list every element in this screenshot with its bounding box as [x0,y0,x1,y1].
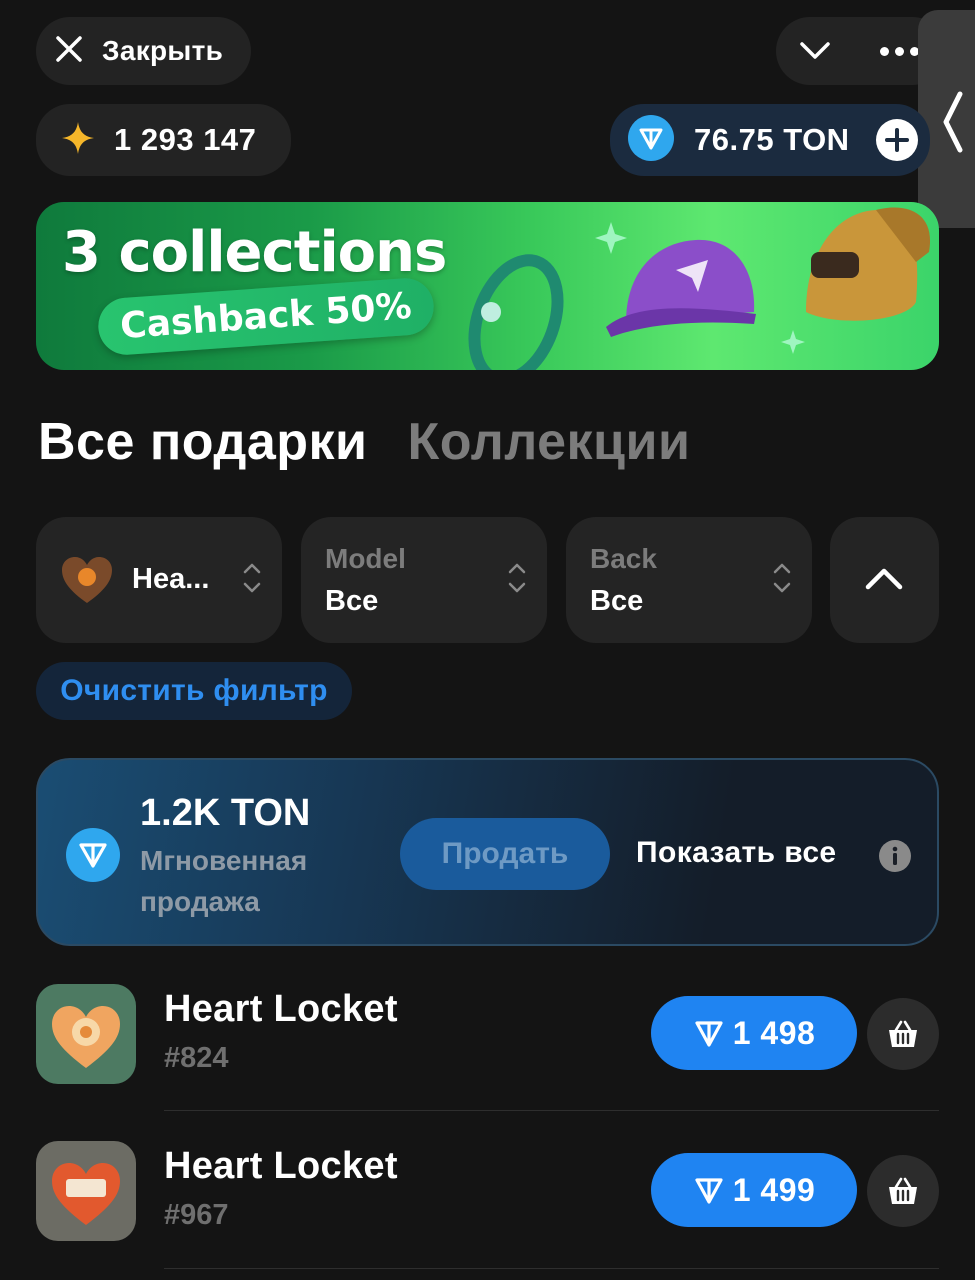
add-to-cart-button[interactable] [867,998,939,1070]
item-price: 1 498 [732,1014,816,1051]
instant-sale-amount: 1.2K TON [140,792,311,834]
basket-icon [889,1020,917,1047]
ton-balance[interactable]: 76.75 TON [610,104,930,176]
filter-back-title: Back [590,543,657,574]
instant-sale-description: Мгновенная продажа [140,845,308,917]
updown-chevron-icon [772,560,792,601]
list-divider [164,1110,939,1111]
updown-chevron-icon [242,560,262,601]
filter-model-title: Model [325,543,406,574]
heart-locket-thumbnail [36,1141,136,1241]
list-item[interactable]: Heart Locket #824 1 498 [36,984,939,1084]
buy-price-button[interactable]: 1 498 [651,996,857,1070]
ton-balance-value: 76.75 TON [694,122,850,157]
gift-market-screen: Закрыть 1 293 147 76.75 TON 3 collection… [0,0,975,1280]
item-number: #967 [164,1199,229,1231]
ton-icon [695,1021,723,1047]
chevron-left-icon [943,91,963,153]
sparkle-icon [781,330,805,354]
tabs: Все подарки Коллекции [38,412,690,472]
filter-back-value: Все [590,585,644,617]
close-label: Закрыть [102,35,224,66]
stars-balance[interactable]: 1 293 147 [36,104,291,176]
filter-collection-value: Hea... [132,563,210,595]
buy-price-button[interactable]: 1 499 [651,1153,857,1227]
chevron-up-icon [864,565,904,598]
item-number: #824 [164,1042,229,1074]
sparkle-icon [595,222,627,254]
promo-banner[interactable]: 3 collections Cashback 50% [36,202,939,370]
basket-icon [889,1177,917,1204]
updown-chevron-icon [507,560,527,601]
ton-icon [66,828,120,887]
more-options-icon[interactable] [880,47,919,56]
filter-back[interactable]: Back Все [566,517,812,643]
heart-locket-thumbnail [36,984,136,1084]
tab-all-gifts[interactable]: Все подарки [38,412,368,472]
ring-icon [468,254,564,370]
helmet-icon [806,207,931,321]
filter-collection[interactable]: Hea... [36,517,282,643]
close-button[interactable]: Закрыть [36,17,251,85]
banner-illustrations [468,207,931,370]
list-item[interactable]: Heart Locket #967 1 499 [36,1141,939,1241]
star-icon [60,120,96,161]
heart-locket-icon [60,555,114,610]
item-price: 1 499 [732,1171,816,1208]
instant-sale-card: 1.2K TON Мгновенная продажа Продать Пока… [36,758,939,946]
show-all-link[interactable]: Показать все [636,836,837,870]
ton-icon [695,1178,723,1204]
stars-balance-value: 1 293 147 [114,122,257,157]
filter-model-value: Все [325,585,379,617]
add-to-cart-button[interactable] [867,1155,939,1227]
side-panel-handle[interactable] [918,10,975,228]
filter-model[interactable]: Model Все [301,517,547,643]
info-icon[interactable] [879,840,911,877]
item-name: Heart Locket [164,1145,398,1187]
add-funds-icon[interactable] [876,119,918,161]
tab-collections[interactable]: Коллекции [408,412,691,472]
list-divider [164,1268,939,1269]
close-icon [54,34,84,69]
cap-icon [606,239,756,337]
collapse-filters-button[interactable] [830,517,939,643]
clear-filter-button[interactable]: Очистить фильтр [36,662,352,720]
item-name: Heart Locket [164,988,398,1030]
chevron-down-icon[interactable] [798,35,832,70]
sell-button[interactable]: Продать [400,818,610,890]
ton-icon [628,114,674,166]
